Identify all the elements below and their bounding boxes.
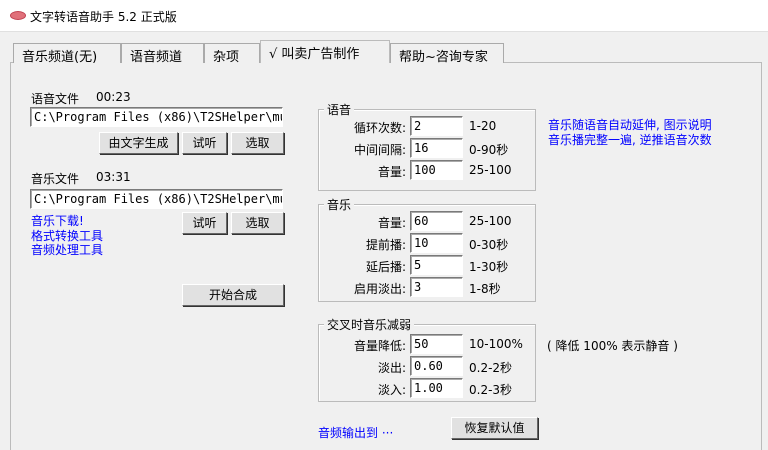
voice-listen-button[interactable]: 试听 — [182, 132, 227, 154]
mute-note: ( 降低 100% 表示静音 ) — [547, 339, 678, 353]
voice-file-path[interactable]: C:\Program Files (x86)\T2SHelper\mus — [30, 107, 283, 127]
music-duration: 03:31 — [96, 170, 131, 184]
post-play-range: 1-30秒 — [469, 260, 509, 274]
post-play-input[interactable]: 5 — [410, 255, 463, 275]
cross-fade-in-input[interactable]: 1.00 — [410, 378, 463, 398]
start-synthesis-button[interactable]: 开始合成 — [182, 284, 284, 306]
cross-group-title: 交叉时音乐减弱 — [324, 316, 415, 333]
music-volume-label: 音量: — [377, 216, 406, 230]
voice-volume-label: 音量: — [377, 165, 406, 179]
music-file-label: 音乐文件 — [31, 172, 80, 186]
tab-music-channel[interactable]: 音乐频道(无) — [13, 43, 121, 65]
volume-reduce-input[interactable]: 50 — [410, 334, 463, 354]
interval-input[interactable]: 16 — [410, 138, 463, 158]
voice-choose-button[interactable]: 选取 — [231, 132, 284, 154]
music-file-path[interactable]: C:\Program Files (x86)\T2SHelper\mus — [30, 189, 283, 209]
tab-ad-maker[interactable]: √ 叫卖广告制作 — [260, 40, 390, 63]
volume-reduce-label: 音量降低: — [353, 339, 406, 353]
music-listen-button[interactable]: 试听 — [182, 212, 227, 234]
fade-out-enable-label: 启用淡出: — [353, 282, 406, 296]
music-choose-button[interactable]: 选取 — [231, 212, 284, 234]
restore-defaults-button[interactable]: 恢复默认值 — [451, 417, 538, 439]
loop-count-input[interactable]: 2 — [410, 116, 463, 136]
fade-out-enable-input[interactable]: 3 — [410, 277, 463, 297]
music-volume-range: 25-100 — [469, 214, 512, 228]
pre-play-input[interactable]: 10 — [410, 233, 463, 253]
generate-from-text-button[interactable]: 由文字生成 — [99, 132, 178, 154]
voice-volume-input[interactable]: 100 — [410, 160, 463, 180]
cross-fade-out-label: 淡出: — [377, 361, 406, 375]
fade-out-enable-range: 1-8秒 — [469, 282, 501, 296]
cross-fade-in-label: 淡入: — [377, 383, 406, 397]
note-reverse-count: 音乐播完整一遍, 逆推语音次数 — [548, 133, 712, 147]
cross-fade-out-input[interactable]: 0.60 — [410, 356, 463, 376]
title-bar: 文字转语音助手 5.2 正式版 — [0, 0, 768, 32]
audio-output-link[interactable]: 音频输出到 ··· — [318, 424, 393, 441]
voice-volume-range: 25-100 — [469, 163, 512, 177]
audio-process-link[interactable]: 音频处理工具 — [31, 241, 103, 258]
app-logo-icon — [10, 11, 26, 20]
tab-voice-channel[interactable]: 语音频道 — [121, 43, 204, 65]
tab-help[interactable]: 帮助~咨询专家 — [390, 43, 504, 65]
voice-group-title: 语音 — [324, 101, 355, 118]
loop-count-range: 1-20 — [469, 119, 497, 133]
window-title: 文字转语音助手 5.2 正式版 — [30, 10, 177, 24]
cross-fade-in-range: 0.2-3秒 — [469, 383, 513, 397]
interval-label: 中间间隔: — [353, 143, 406, 157]
pre-play-label: 提前播: — [365, 238, 406, 252]
post-play-label: 延后播: — [365, 260, 406, 274]
voice-duration: 00:23 — [96, 90, 131, 104]
interval-range: 0-90秒 — [469, 143, 509, 157]
voice-file-label: 语音文件 — [31, 92, 80, 106]
music-group-title: 音乐 — [324, 196, 355, 213]
volume-reduce-range: 10-100% — [469, 337, 523, 351]
pre-play-range: 0-30秒 — [469, 238, 509, 252]
cross-fade-out-range: 0.2-2秒 — [469, 361, 513, 375]
tab-misc[interactable]: 杂项 — [204, 43, 260, 65]
loop-count-label: 循环次数: — [353, 121, 406, 135]
music-volume-input[interactable]: 60 — [410, 211, 463, 231]
